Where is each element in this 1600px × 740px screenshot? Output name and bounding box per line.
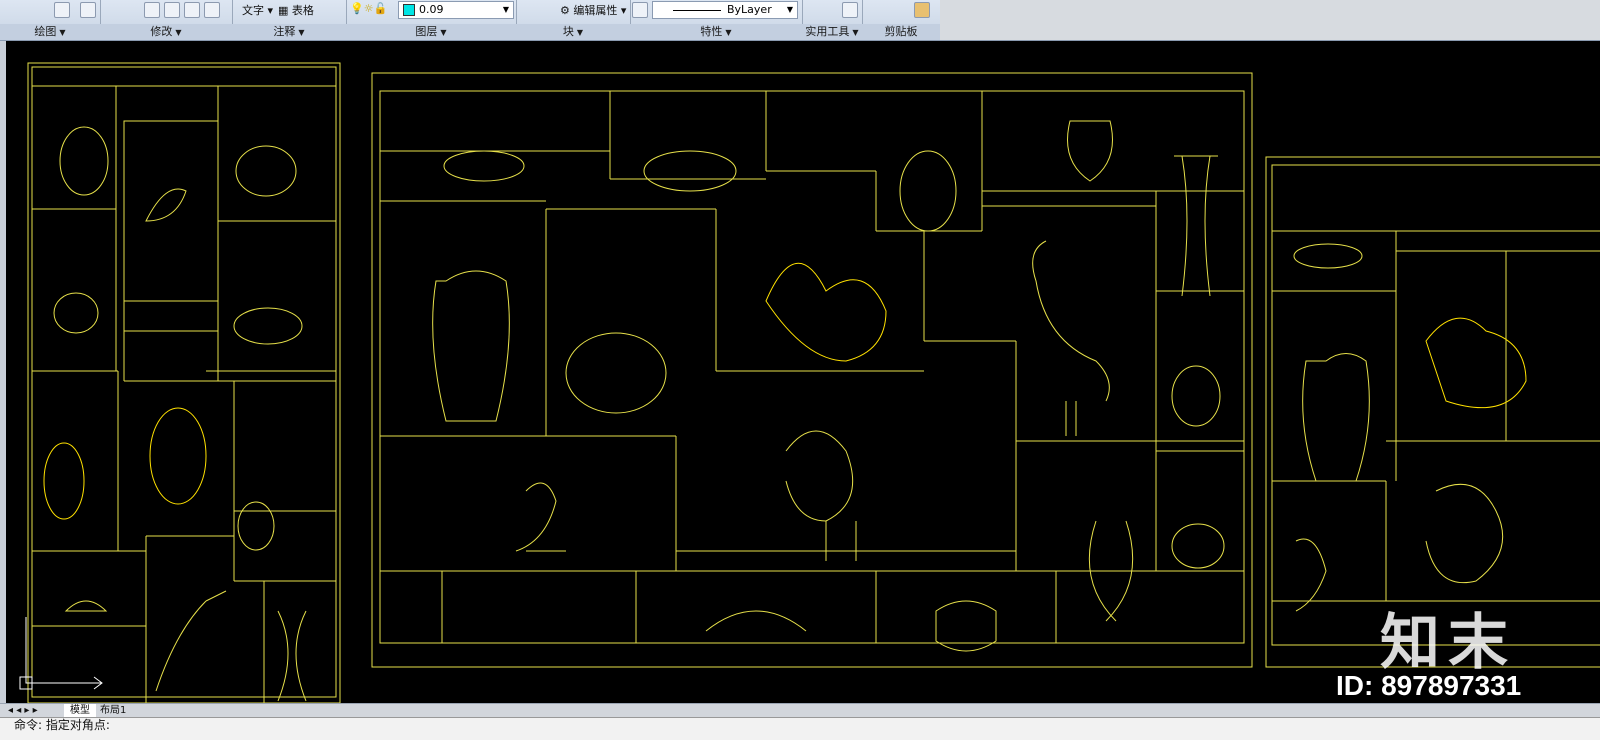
cad-drawing (19, 62, 1600, 703)
shelf-panel-left (27, 62, 341, 703)
draw-tool-icon[interactable] (54, 2, 70, 18)
tab-layout1[interactable]: 布局1 (96, 704, 130, 718)
layer-state-icons[interactable]: 💡☼🔓 (350, 2, 387, 15)
layout-tabs-bar: ◂ ◂ ▸ ▸ 模型 布局1 (0, 703, 1600, 718)
shelf-panel-right (1265, 156, 1600, 668)
fillet-icon[interactable] (204, 2, 220, 18)
panel-title-annotation[interactable]: 注释 ▼ (232, 24, 346, 40)
command-line[interactable]: 命令: 指定对角点: (0, 717, 1600, 740)
panel-block: ⚙ 编辑属性 ▾ 块 ▼ (516, 0, 631, 40)
text-tool[interactable]: 文字 ▾ (242, 2, 273, 18)
ribbon: 绘图 ▼ 修改 ▼ 文字 ▾ ▦ 表格 注释 ▼ 💡☼🔓 0.09 ▼ 图层 ▼ ⚙ 编辑… (0, 0, 1600, 41)
panel-clipboard: 剪贴板 (862, 0, 941, 40)
panel-title-draw[interactable]: 绘图 ▼ (0, 24, 100, 40)
panel-draw: 绘图 ▼ (0, 0, 101, 40)
panel-utilities: 实用工具 ▼ (802, 0, 863, 40)
linetype-icon[interactable] (632, 2, 648, 18)
array-icon[interactable] (184, 2, 200, 18)
panel-modify: 修改 ▼ (100, 0, 233, 40)
ribbon-empty-area (940, 0, 1600, 40)
tab-nav-arrows[interactable]: ◂ ◂ ▸ ▸ (8, 704, 38, 718)
linetype-combo[interactable]: ByLayer ▼ (652, 1, 798, 19)
watermark-logo: 知末 (1380, 608, 1516, 678)
panel-properties: ByLayer ▼ 特性 ▼ (630, 0, 803, 40)
panel-title-modify[interactable]: 修改 ▼ (100, 24, 232, 40)
edit-attribute-tool[interactable]: ⚙ 编辑属性 ▾ (560, 2, 626, 18)
panel-title-clipboard[interactable]: 剪贴板 (862, 24, 940, 40)
hatch-icon[interactable] (80, 2, 96, 18)
linetype-sample (673, 9, 721, 11)
panel-title-layers[interactable]: 图层 ▼ (346, 24, 516, 40)
watermark-id: ID: 897897331 (1336, 670, 1522, 701)
table-tool[interactable]: ▦ 表格 (278, 2, 314, 18)
layer-color-swatch (403, 4, 415, 16)
panel-layers: 💡☼🔓 0.09 ▼ 图层 ▼ (346, 0, 517, 40)
panel-title-utilities[interactable]: 实用工具 ▼ (802, 24, 862, 40)
tab-model[interactable]: 模型 (64, 704, 96, 718)
copy-icon[interactable] (164, 2, 180, 18)
paste-icon[interactable] (914, 2, 930, 18)
calculator-icon[interactable] (842, 2, 858, 18)
layer-combo[interactable]: 0.09 ▼ (398, 1, 514, 19)
panel-title-properties[interactable]: 特性 ▼ (630, 24, 802, 40)
brush-icon[interactable] (144, 2, 160, 18)
panel-annotation: 文字 ▾ ▦ 表格 注释 ▼ (232, 0, 347, 40)
shelf-panel-middle (371, 72, 1253, 668)
panel-title-block[interactable]: 块 ▼ (516, 24, 630, 40)
command-text: 命令: 指定对角点: (14, 718, 110, 732)
drawing-canvas[interactable]: 知末 ID: 897897331 (6, 41, 1600, 703)
